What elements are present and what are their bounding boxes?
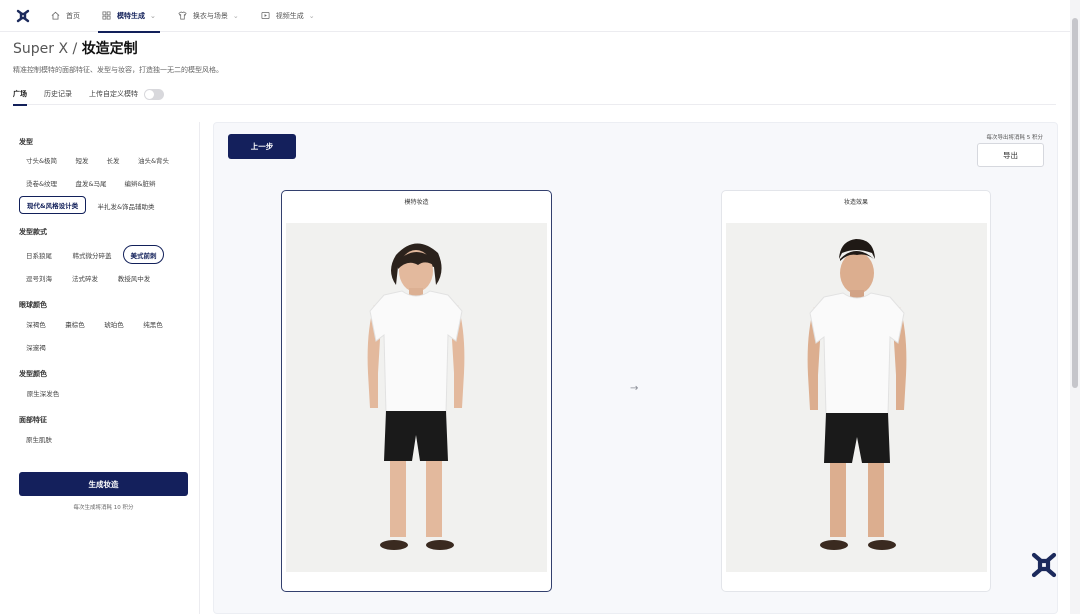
chip-braids-dreads[interactable]: 编辫&脏辫	[119, 174, 161, 191]
chip-buzz-minimal[interactable]: 寸头&极简	[19, 151, 64, 168]
generate-makeup-button[interactable]: 生成妆造	[19, 472, 188, 496]
nav-item-label: 换衣与场景	[192, 11, 228, 20]
chip-native-skin[interactable]: 原生肌肤	[19, 430, 59, 447]
chip-updo-ponytail[interactable]: 盘发&马尾	[70, 174, 112, 191]
model-figure	[726, 223, 987, 572]
home-icon	[51, 11, 60, 20]
breadcrumb-current: 妆造定制	[81, 41, 138, 57]
chip-perm-texture[interactable]: 烫卷&纹理	[19, 174, 64, 191]
preview-panel: 上一步 每次导出将消耗 5 积分 导出 模特妆造 → 妆造效果	[213, 122, 1058, 614]
options-panel: 发型 寸头&极简 短发 长发 油头&背头 烫卷&纹理 盘发&马尾 编辫&脏辫 现…	[13, 122, 200, 614]
model-card-after[interactable]: 妆造效果	[721, 190, 991, 592]
scrollbar[interactable]	[1070, 0, 1080, 614]
chip-amber[interactable]: 琥珀色	[97, 315, 131, 332]
tab-history[interactable]: 历史记录	[44, 84, 72, 105]
chip-slick-back[interactable]: 油头&背头	[131, 151, 176, 168]
nav-item-model-generation[interactable]: 模特生成 ⌄	[94, 0, 164, 33]
top-nav: 首页 模特生成 ⌄ 换衣与场景 ⌄ 视频生成 ⌄	[0, 0, 1070, 33]
assistant-logo-button[interactable]	[1028, 549, 1060, 581]
model-photo-before	[286, 223, 547, 572]
video-icon	[261, 11, 270, 20]
nav-item-home[interactable]: 首页	[43, 0, 88, 32]
chip-french-crop[interactable]: 法式碎发	[65, 269, 105, 286]
nav-item-label: 视频生成	[275, 11, 304, 20]
page-subtitle: 精准控制模特的面部特征、发型与妆容，打造独一无二的模型风格。	[13, 66, 223, 74]
chevron-down-icon: ⌄	[150, 11, 156, 20]
export-button[interactable]: 导出	[977, 143, 1044, 167]
chip-native-dark-hair[interactable]: 原生深发色	[19, 384, 67, 401]
generate-cost-note: 每次生成将消耗 10 积分	[73, 505, 134, 511]
chip-professor-mid-length[interactable]: 教授风中发	[112, 269, 156, 286]
scrollbar-thumb[interactable]	[1072, 18, 1078, 388]
toggle-switch[interactable]	[144, 88, 164, 100]
chevron-down-icon: ⌄	[308, 11, 315, 20]
nav-item-video-generation[interactable]: 视频生成 ⌄	[253, 0, 323, 32]
chip-long-hair[interactable]: 长发	[101, 151, 125, 168]
tab-plaza[interactable]: 广场	[13, 84, 27, 106]
card-title: 模特妆造	[404, 199, 429, 206]
shirt-icon	[178, 11, 187, 20]
model-figure	[286, 223, 547, 572]
logo-icon[interactable]	[15, 8, 31, 24]
card-title: 妆造效果	[843, 199, 868, 206]
nav-item-label: 模特生成	[117, 11, 145, 20]
chip-modern-style-design[interactable]: 现代&风格设计类	[19, 196, 86, 214]
chip-american-front-spike[interactable]: 美式前刺	[123, 245, 164, 264]
chevron-down-icon: ⌄	[232, 11, 239, 20]
chip-half-up-accessory[interactable]: 半扎发&饰品辅助类	[92, 197, 160, 214]
chip-date-brown[interactable]: 棗棕色	[58, 315, 92, 332]
breadcrumb-brand[interactable]: Super X /	[13, 41, 77, 57]
group-label-hairstyle: 发型	[19, 138, 33, 146]
chip-short-hair[interactable]: 短发	[70, 151, 94, 168]
previous-step-button[interactable]: 上一步	[228, 134, 296, 159]
group-label-hair-color: 发型颜色	[19, 370, 47, 378]
chip-pure-black[interactable]: 纯黑色	[136, 315, 170, 332]
group-label-face-features: 面部特征	[19, 416, 47, 424]
model-card-before[interactable]: 模特妆造	[281, 190, 552, 592]
arrow-right-icon: →	[630, 383, 639, 394]
export-cost-note: 每次导出将消耗 5 积分	[986, 135, 1044, 141]
chip-comma-bangs[interactable]: 逗号刘海	[19, 269, 59, 286]
nav-item-label: 首页	[66, 11, 80, 20]
group-label-eye-color: 眼球颜色	[19, 301, 47, 309]
tab-bar: 广场 历史记录 上传自定义模特	[13, 84, 1056, 106]
chip-korean-comma-fringe[interactable]: 韩式微分碎盖	[65, 246, 119, 263]
grid-icon	[102, 11, 111, 20]
page-title: Super X / 妆造定制	[13, 38, 138, 58]
model-photo-after	[726, 223, 987, 572]
chip-japanese-wolfcut[interactable]: 日系狼尾	[19, 246, 59, 263]
group-label-hairstyle-style: 发型款式	[19, 228, 47, 236]
upload-custom-model-toggle[interactable]: 上传自定义模特	[89, 84, 164, 105]
toggle-label: 上传自定义模特	[89, 90, 138, 98]
chip-dark-brown[interactable]: 深褐色	[19, 315, 53, 332]
nav-item-outfit-scene[interactable]: 换衣与场景 ⌄	[170, 0, 247, 32]
chip-deep-brown[interactable]: 深邃褐	[19, 338, 53, 355]
